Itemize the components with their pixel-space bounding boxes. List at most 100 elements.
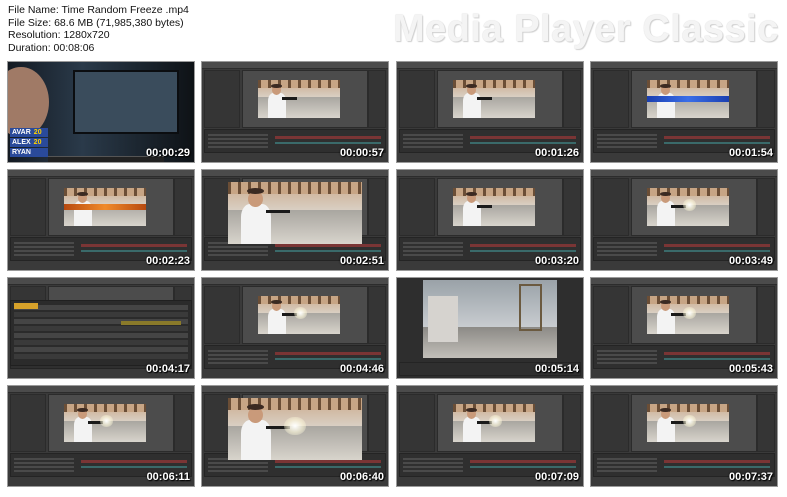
muzzle-flash	[682, 415, 696, 427]
player-label-row: AVAR 20	[10, 128, 48, 137]
timestamp: 00:04:17	[145, 363, 190, 375]
ceiling-beams	[257, 80, 340, 88]
video-thumbnail[interactable]: 00:04:46	[201, 277, 389, 379]
project-panel	[10, 394, 46, 452]
layer-bar	[664, 466, 770, 468]
video-thumbnail[interactable]: 00:03:49	[590, 169, 778, 271]
timestamp: 00:00:57	[339, 147, 384, 159]
person-hair	[465, 407, 477, 412]
gun	[477, 205, 493, 209]
scaffold	[519, 283, 543, 331]
player-name: AVAR	[12, 129, 31, 136]
close-face	[8, 67, 49, 137]
player-label-row: ALEX 20	[10, 138, 48, 147]
person-hair	[76, 191, 88, 196]
work-area-bar	[664, 352, 770, 355]
video-thumbnail[interactable]: 00:02:23	[7, 169, 195, 271]
gun	[477, 97, 493, 101]
project-panel	[593, 70, 629, 128]
ceiling-beams	[452, 80, 535, 88]
video-thumbnail[interactable]: 00:01:54	[590, 61, 778, 163]
person-hair	[270, 83, 282, 88]
effects-panel	[757, 178, 775, 236]
project-panel	[399, 394, 435, 452]
layer-bar	[664, 250, 770, 252]
work-area-bar	[81, 244, 187, 247]
effects-panel	[757, 394, 775, 452]
project-panel	[593, 286, 629, 344]
layer-rows	[208, 458, 268, 472]
video-thumbnail[interactable]: 00:05:43	[590, 277, 778, 379]
video-thumbnail[interactable]: 00:06:11	[7, 385, 195, 487]
project-panel	[204, 286, 240, 344]
label-badge	[14, 303, 38, 309]
person-hair	[76, 407, 88, 412]
effects-panel	[368, 70, 386, 128]
work-area-bar	[275, 352, 381, 355]
layer-rows	[597, 134, 657, 148]
thumbnail-grid: AVAR 20 ALEX 20 RYAN 00:00:29 00:00:57 00:01:26…	[7, 61, 781, 491]
timestamp: 00:01:54	[728, 147, 773, 159]
media-player-classic-logo: Media Player Classic	[393, 8, 779, 50]
video-thumbnail[interactable]: 00:01:26	[396, 61, 584, 163]
work-area-bar	[470, 136, 576, 139]
timestamp: 00:03:20	[534, 255, 579, 267]
person-hair	[270, 299, 282, 304]
video-frame	[646, 80, 729, 118]
ceiling-beams	[63, 188, 146, 196]
work-area-bar	[81, 460, 187, 463]
video-thumbnail[interactable]: 00:04:17	[7, 277, 195, 379]
timeline-layer	[14, 305, 188, 310]
video-thumbnail[interactable]: 00:05:14	[396, 277, 584, 379]
player-labels: AVAR 20 ALEX 20 RYAN	[10, 128, 48, 158]
video-frame	[228, 182, 362, 244]
timeline-layer	[14, 326, 188, 331]
video-frame	[452, 188, 535, 226]
menu-bar	[591, 62, 777, 69]
person-hair	[659, 407, 671, 412]
timeline-layer	[14, 354, 188, 359]
menu-bar	[591, 386, 777, 393]
timestamp: 00:00:29	[145, 147, 190, 159]
gun	[282, 97, 298, 101]
video-thumbnail[interactable]: AVAR 20 ALEX 20 RYAN 00:00:29	[7, 61, 195, 163]
work-area-bar	[664, 244, 770, 247]
effects-panel	[368, 178, 386, 236]
timestamp: 00:05:43	[728, 363, 773, 375]
muzzle-flash	[293, 307, 307, 319]
blue-overlay-bar	[646, 95, 729, 102]
video-frame	[257, 296, 340, 334]
video-thumbnail[interactable]: 00:02:51	[201, 169, 389, 271]
layer-bar	[81, 250, 187, 252]
layer-bar	[81, 466, 187, 468]
video-thumbnail[interactable]: 00:03:20	[396, 169, 584, 271]
ceiling-beams	[257, 296, 340, 304]
video-frame	[63, 404, 146, 442]
timestamp: 00:03:49	[728, 255, 773, 267]
menu-bar	[202, 62, 388, 69]
work-area-bar	[275, 244, 381, 247]
video-frame	[452, 80, 535, 118]
project-panel	[10, 178, 46, 236]
timeline-layer	[14, 347, 188, 352]
layer-rows	[14, 458, 74, 472]
orange-overlay-bar	[63, 203, 146, 210]
video-thumbnail[interactable]: 00:00:57	[201, 61, 389, 163]
file-name: File Name: Time Random Freeze .mp4	[8, 4, 189, 16]
video-frame	[423, 280, 557, 358]
timestamp: 00:07:09	[534, 471, 579, 483]
video-thumbnail[interactable]: 00:06:40	[201, 385, 389, 487]
gun	[265, 209, 290, 213]
effects-panel	[563, 178, 581, 236]
video-thumbnail[interactable]: 00:07:37	[590, 385, 778, 487]
effects-panel	[368, 394, 386, 452]
video-thumbnail[interactable]: 00:07:09	[396, 385, 584, 487]
menu-bar	[397, 170, 583, 177]
person-hair	[659, 191, 671, 196]
menu-bar	[397, 386, 583, 393]
work-area-bar	[664, 136, 770, 139]
layer-rows	[403, 458, 463, 472]
work-area-bar	[275, 136, 381, 139]
layer-bar	[275, 358, 381, 360]
muzzle-flash	[682, 199, 696, 211]
